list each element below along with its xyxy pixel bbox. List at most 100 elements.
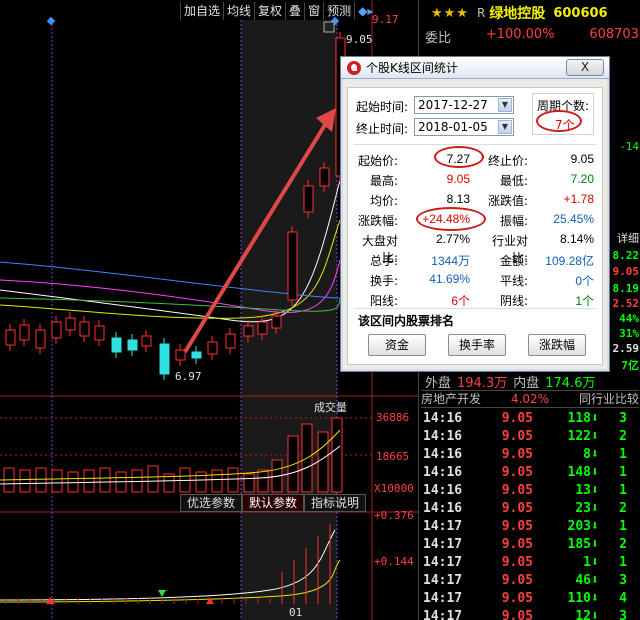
side-value: 2.59 (612, 342, 640, 355)
stock-prefix: R (476, 6, 486, 20)
app-logo-icon (347, 60, 361, 75)
close-marker-icon (323, 21, 335, 33)
flat-candle-value: 0个 (575, 274, 594, 288)
arrow-down-icon: ⬇ (591, 429, 599, 444)
candle-body (287, 231, 298, 301)
tab-default-params[interactable]: 默认参数 (242, 494, 305, 512)
tick-price: 9.05 (501, 591, 533, 606)
end-time-value: 2018-01-05 (418, 120, 488, 134)
change-label: 涨跌值: (487, 194, 528, 208)
chevron-down-icon[interactable]: ▼ (498, 98, 512, 112)
tick-time: 14:17 (423, 609, 463, 620)
forecast-button[interactable]: 预测 (323, 2, 354, 20)
tick-row: 14:17 9.05 12 ⬇ 3 (423, 608, 639, 620)
tick-row: 14:17 9.05 185 ⬇ 2 (423, 536, 639, 554)
candle-body (225, 333, 236, 349)
detail-link[interactable]: 详细 (617, 230, 639, 246)
sector-compare-button[interactable]: 同行业比较 (579, 391, 639, 407)
stock-code: 600606 (553, 5, 608, 21)
rank-section-title: 该区间内股票排名 (358, 314, 455, 328)
tick-volume: 23 (575, 501, 591, 516)
tick-count: 1 (619, 447, 627, 462)
tick-volume: 110 (567, 591, 591, 606)
adjust-button[interactable]: 复权 (254, 2, 285, 20)
arrow-down-icon: ⬇ (591, 609, 599, 620)
indicator-max-label: +0.376 (374, 509, 414, 522)
end-time-select[interactable]: 2018-01-05 ▼ (414, 118, 514, 136)
avg-label: 均价: (369, 194, 398, 208)
tick-price: 9.05 (501, 609, 533, 620)
tick-volume: 8 (583, 447, 591, 462)
sector-name[interactable]: 房地产开发 (421, 391, 481, 407)
tick-volume: 13 (575, 483, 591, 498)
divider (354, 144, 596, 145)
add-favorite-button[interactable]: 加自选 (180, 2, 223, 20)
arrow-down-icon: ⬇ (591, 411, 599, 426)
down-candle-value: 1个 (575, 294, 594, 308)
close-button[interactable]: X (566, 59, 604, 76)
candle-body (94, 325, 105, 341)
tick-time: 14:16 (423, 483, 463, 498)
indicator-param-tabs: 优选参数 默认参数 指标说明 (180, 494, 367, 512)
price-top-label: 9.17 (372, 13, 399, 26)
tick-row: 14:16 9.05 8 ⬇ 1 (423, 446, 639, 464)
candle-body (65, 317, 76, 331)
volume-bar (51, 469, 63, 493)
candle-body (207, 341, 218, 355)
tick-row: 14:16 9.05 118 ⬇ 3 (423, 410, 639, 428)
ma-button[interactable]: 均线 (223, 2, 254, 20)
inner-label: 内盘 (513, 376, 540, 391)
volume-mid-label: 18665 (376, 450, 410, 463)
volume-unit-label: X10000 (374, 482, 414, 495)
high-price-label: 9.05 (346, 33, 373, 46)
flat-candle-label: 平线: (499, 274, 528, 288)
buy-signal-icon (206, 597, 214, 604)
buy-signal-icon (46, 597, 54, 604)
chevron-down-icon[interactable]: ▼ (498, 120, 512, 134)
start-price-label: 起始价: (357, 154, 398, 168)
inner-value: 174.6万 (545, 376, 596, 391)
volume-title: 成交量 (314, 402, 347, 414)
start-time-select[interactable]: 2017-12-27 ▼ (414, 96, 514, 114)
side-value: 31% (619, 327, 639, 340)
candle-body (303, 185, 314, 213)
turnover-rank-button[interactable]: 换手率 (448, 334, 506, 356)
change-rank-button[interactable]: 涨跌幅 (528, 334, 586, 356)
tick-price: 9.05 (501, 555, 533, 570)
side-value: 9.05 (612, 265, 640, 278)
tick-price: 9.05 (501, 483, 533, 498)
candle-body (127, 339, 138, 351)
tick-time: 14:17 (423, 591, 463, 606)
volume-bar (243, 473, 255, 493)
tick-count: 3 (619, 411, 627, 426)
tick-count: 1 (619, 519, 627, 534)
tab-indicator-help[interactable]: 指标说明 (304, 494, 367, 512)
tick-time: 14:17 (423, 573, 463, 588)
volume-value: 1344万 (431, 254, 470, 268)
arrow-down-icon: ⬇ (591, 537, 599, 552)
tick-time: 14:16 (423, 465, 463, 480)
tick-volume: 118 (567, 411, 591, 426)
tick-row: 14:17 9.05 110 ⬇ 4 (423, 590, 639, 608)
tick-count: 4 (619, 591, 627, 606)
indicator-mid-label: +0.144 (374, 555, 414, 568)
tick-list: 14:16 9.05 118 ⬇ 3 14:16 9.05 122 ⬇ 2 14:16 9.05 8 ⬇ 1… (423, 410, 639, 620)
highlight-oval (536, 110, 582, 132)
candle-body (271, 315, 282, 329)
overlay-button[interactable]: 叠 (285, 2, 304, 20)
fund-rank-button[interactable]: 资金 (368, 334, 426, 356)
arrow-down-icon: ⬇ (591, 519, 599, 534)
candle-body (5, 329, 16, 346)
volume-bar (35, 467, 47, 493)
volume-max-label: 36886 (376, 411, 410, 424)
tick-count: 2 (619, 429, 627, 444)
window-button[interactable]: 窗 (304, 2, 323, 20)
tab-optimal-params[interactable]: 优选参数 (180, 494, 243, 512)
order-ratio-row: 委比 +100.00% 608703 (425, 27, 639, 46)
volume-bar (257, 469, 269, 493)
volume-bar (211, 469, 223, 493)
pct-label: 涨跌幅: (357, 214, 398, 228)
tick-count: 1 (619, 465, 627, 480)
selected-range-band (241, 20, 337, 620)
amount-value: 109.28亿 (545, 254, 594, 268)
